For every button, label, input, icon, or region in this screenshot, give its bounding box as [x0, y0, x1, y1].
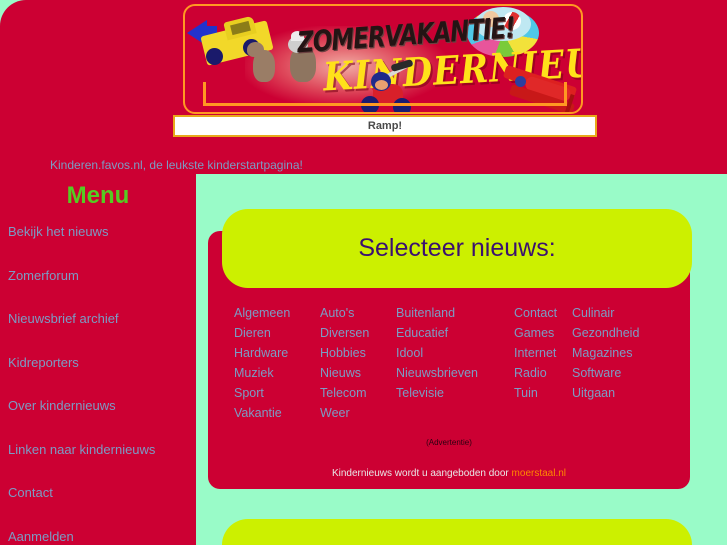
- category-link-idool[interactable]: Idool: [396, 346, 514, 360]
- headline-text: Ramp!: [367, 120, 403, 132]
- advertisement-label: (Advertentie): [426, 438, 472, 447]
- page-root: ZOMERVAKANTIE! KINDERNIEUWS Ramp! Kinder…: [0, 0, 727, 545]
- category-link-games[interactable]: Games: [514, 326, 572, 340]
- category-link-weer[interactable]: Weer: [320, 406, 396, 420]
- sidebar-item-aanmelden[interactable]: Aanmelden: [8, 529, 196, 544]
- advertisement-sponsor-link[interactable]: moerstaal.nl: [512, 468, 566, 479]
- category-link-nieuws[interactable]: Nieuws: [320, 366, 396, 380]
- sidebar-item-nieuwsbrief-archief[interactable]: Nieuwsbrief archief: [8, 311, 196, 326]
- category-link-televisie[interactable]: Televisie: [396, 386, 514, 400]
- category-link-magazines[interactable]: Magazines: [572, 346, 672, 360]
- select-news-header: Selecteer nieuws:: [222, 209, 692, 288]
- site-banner: ZOMERVAKANTIE! KINDERNIEUWS: [183, 4, 583, 114]
- category-link-hardware[interactable]: Hardware: [234, 346, 320, 360]
- banner-rail-post: [203, 82, 206, 106]
- banner-rail: [203, 103, 567, 106]
- sidebar-item-kidreporters[interactable]: Kidreporters: [8, 355, 196, 370]
- advertisement-sponsor-line: Kindernieuws wordt u aangeboden door moe…: [208, 468, 690, 479]
- category-link-algemeen[interactable]: Algemeen: [234, 306, 320, 320]
- sidebar-item-over-kindernieuws[interactable]: Over kindernieuws: [8, 398, 196, 413]
- sidebar: Menu Bekijk het nieuws Zomerforum Nieuws…: [0, 174, 196, 545]
- banner-rail-post: [564, 82, 567, 106]
- category-link-internet[interactable]: Internet: [514, 346, 572, 360]
- category-link-contact[interactable]: Contact: [514, 306, 572, 320]
- sidebar-item-linken-naar-kindernieuws[interactable]: Linken naar kindernieuws: [8, 442, 196, 457]
- select-news-heading: Selecteer nieuws:: [358, 234, 556, 262]
- category-spacer: [572, 406, 672, 420]
- advertisement-sponsor-prefix: Kindernieuws wordt u aangeboden door: [331, 468, 512, 479]
- category-link-educatief[interactable]: Educatief: [396, 326, 514, 340]
- sidebar-title: Menu: [66, 182, 130, 209]
- category-link-diversen[interactable]: Diversen: [320, 326, 396, 340]
- category-link-vakantie[interactable]: Vakantie: [234, 406, 320, 420]
- category-link-radio[interactable]: Radio: [514, 366, 572, 380]
- category-link-tuin[interactable]: Tuin: [514, 386, 572, 400]
- category-spacer: [396, 406, 514, 420]
- category-link-autos[interactable]: Auto's: [320, 306, 396, 320]
- category-link-muziek[interactable]: Muziek: [234, 366, 320, 380]
- sidebar-item-zomerforum[interactable]: Zomerforum: [8, 268, 196, 283]
- headline-bar[interactable]: Ramp!: [173, 115, 597, 137]
- secondary-section-header: [222, 519, 692, 545]
- category-link-nieuwsbrieven[interactable]: Nieuwsbrieven: [396, 366, 514, 380]
- category-link-gezondheid[interactable]: Gezondheid: [572, 326, 672, 340]
- category-spacer: [514, 406, 572, 420]
- category-link-buitenland[interactable]: Buitenland: [396, 306, 514, 320]
- sidebar-item-bekijk-het-nieuws[interactable]: Bekijk het nieuws: [8, 224, 196, 239]
- category-link-dieren[interactable]: Dieren: [234, 326, 320, 340]
- sidebar-menu-list: Bekijk het nieuws Zomerforum Nieuwsbrief…: [8, 224, 196, 545]
- header-panel: ZOMERVAKANTIE! KINDERNIEUWS Ramp! Kinder…: [0, 0, 727, 174]
- sidebar-item-contact[interactable]: Contact: [8, 485, 196, 500]
- category-grid: Algemeen Auto's Buitenland Contact Culin…: [234, 306, 689, 420]
- category-link-culinair[interactable]: Culinair: [572, 306, 672, 320]
- category-link-uitgaan[interactable]: Uitgaan: [572, 386, 672, 400]
- category-link-sport[interactable]: Sport: [234, 386, 320, 400]
- site-tagline: Kinderen.favos.nl, de leukste kinderstar…: [50, 158, 303, 172]
- category-link-hobbies[interactable]: Hobbies: [320, 346, 396, 360]
- category-link-telecom[interactable]: Telecom: [320, 386, 396, 400]
- category-link-software[interactable]: Software: [572, 366, 672, 380]
